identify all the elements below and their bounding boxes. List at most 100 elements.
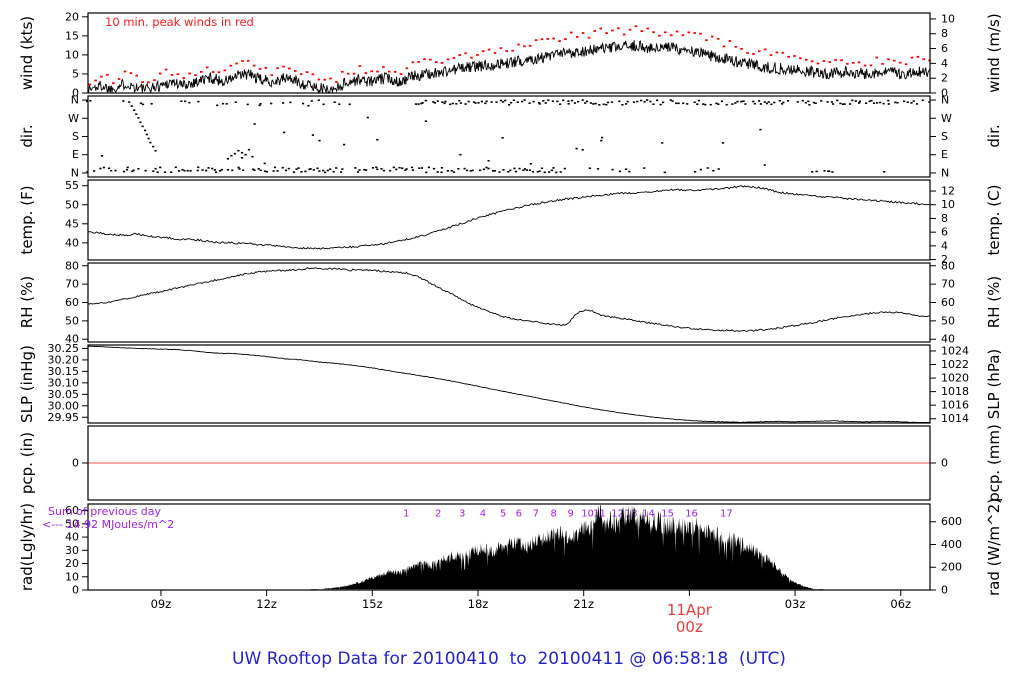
svg-text:W: W bbox=[941, 112, 952, 125]
svg-text:200: 200 bbox=[941, 561, 962, 574]
svg-text:10: 10 bbox=[65, 570, 79, 583]
axis-label-rh-left: RH (%) bbox=[18, 275, 36, 329]
svg-text:4: 4 bbox=[941, 239, 948, 252]
svg-text:20: 20 bbox=[65, 557, 79, 570]
svg-text:16: 16 bbox=[685, 509, 698, 520]
svg-text:45: 45 bbox=[65, 217, 79, 230]
panel-pcp: 00 bbox=[72, 425, 948, 501]
axis-label-rad-lgly: rad(Lgly/hr) bbox=[18, 502, 36, 592]
svg-text:1022: 1022 bbox=[941, 358, 969, 371]
svg-text:5: 5 bbox=[72, 67, 79, 80]
axis-label-wind-ms: wind (m/s) bbox=[985, 13, 1003, 93]
svg-text:70: 70 bbox=[941, 278, 955, 291]
panel-dir-left-ticks: NWSEN bbox=[68, 94, 88, 179]
panel-wind-left-ticks: 05101520 bbox=[65, 10, 88, 100]
svg-text:50: 50 bbox=[65, 198, 79, 211]
svg-text:15: 15 bbox=[65, 29, 79, 42]
svg-text:2: 2 bbox=[941, 72, 948, 85]
svg-text:4: 4 bbox=[480, 509, 486, 520]
x-tick-label: 09z bbox=[151, 597, 172, 611]
axis-label-pcp-in: pcp. (in) bbox=[18, 431, 36, 495]
panel-slp: 30.2530.2030.1530.1030.0530.0029.9510241… bbox=[48, 342, 970, 425]
svg-text:7: 7 bbox=[533, 509, 539, 520]
x-tick-label: 15z bbox=[362, 597, 383, 611]
x-tick-label-00z: 00z bbox=[676, 618, 703, 636]
panel-dir-right-ticks: NWSEN bbox=[930, 94, 952, 179]
axis-label-dir-left: dir. bbox=[18, 124, 36, 148]
panel-dir-frame bbox=[87, 95, 931, 178]
panel-pcp-left-ticks: 0 bbox=[72, 457, 88, 470]
chart-canvas: 051015200246810NWSENNWSEN555045401210864… bbox=[48, 10, 970, 636]
slp-trace bbox=[87, 345, 930, 423]
svg-text:17: 17 bbox=[720, 509, 733, 520]
svg-text:8: 8 bbox=[941, 27, 948, 40]
rad-sum-markers: 1 2 3 4 5 6 7 8 9 10 11 12 13 14 15 16 17 bbox=[403, 509, 733, 520]
panel-temp-frame bbox=[87, 179, 931, 261]
svg-text:W: W bbox=[68, 112, 79, 125]
panel-temp-left-ticks: 55 50 45 40 bbox=[65, 179, 88, 249]
panel-slp-frame bbox=[87, 344, 931, 424]
svg-text:0: 0 bbox=[941, 584, 948, 597]
dir-scatter bbox=[86, 99, 931, 174]
svg-text:8: 8 bbox=[941, 212, 948, 225]
svg-text:1016: 1016 bbox=[941, 399, 969, 412]
rad-sum-note-line1: Sum of previous day bbox=[48, 505, 162, 518]
svg-text:60: 60 bbox=[941, 296, 955, 309]
x-tick-label: 12z bbox=[256, 597, 277, 611]
svg-text:70: 70 bbox=[65, 278, 79, 291]
svg-text:9: 9 bbox=[567, 509, 573, 520]
svg-text:6: 6 bbox=[941, 42, 948, 55]
svg-text:1024: 1024 bbox=[941, 344, 969, 357]
panel-temp-right-ticks: 12108642 bbox=[930, 185, 955, 266]
svg-text:50: 50 bbox=[65, 314, 79, 327]
panel-rh-frame bbox=[87, 262, 931, 343]
svg-text:12: 12 bbox=[941, 185, 955, 198]
svg-text:30: 30 bbox=[65, 544, 79, 557]
svg-text:1014: 1014 bbox=[941, 412, 969, 425]
panel-dir: NWSENNWSEN bbox=[68, 94, 952, 180]
svg-text:2: 2 bbox=[435, 509, 441, 520]
svg-text:20: 20 bbox=[65, 10, 79, 23]
svg-text:0: 0 bbox=[72, 584, 79, 597]
panel-rad-right-ticks: 600 400 200 0 bbox=[930, 515, 962, 597]
time-axis: 09z 12z 15z 18z 21z 11Apr00z 03z 06z bbox=[151, 590, 911, 636]
svg-text:80: 80 bbox=[65, 259, 79, 272]
wind-peak-dots bbox=[88, 25, 931, 86]
svg-text:10: 10 bbox=[941, 198, 955, 211]
svg-text:55: 55 bbox=[65, 179, 79, 192]
svg-text:E: E bbox=[72, 148, 79, 161]
svg-text:29.95: 29.95 bbox=[48, 411, 80, 424]
svg-text:6: 6 bbox=[941, 226, 948, 239]
svg-text:400: 400 bbox=[941, 538, 962, 551]
x-tick-label: 03z bbox=[785, 597, 806, 611]
panel-rh-left-ticks: 8070605040 bbox=[65, 259, 88, 346]
svg-text:N: N bbox=[941, 166, 949, 179]
axis-label-dir-right: dir. bbox=[985, 124, 1003, 148]
meteogram-page: 0 5 10 15 20 0 2 4 6 8 10 N W S E N N W S E N 55 50 45 40 12 10 8 6 4… bbox=[0, 0, 1024, 700]
axis-label-temp-c: temp. (C) bbox=[985, 184, 1003, 256]
axis-label-rh-right: RH (%) bbox=[985, 275, 1003, 329]
x-tick-label: 06z bbox=[890, 597, 911, 611]
svg-text:80: 80 bbox=[941, 259, 955, 272]
svg-text:0: 0 bbox=[72, 457, 79, 470]
rh-trace bbox=[87, 267, 930, 332]
svg-text:S: S bbox=[941, 130, 948, 143]
svg-text:50: 50 bbox=[941, 314, 955, 327]
axis-label-rad-wm2: rad (W/m^2) bbox=[985, 498, 1003, 596]
svg-text:15: 15 bbox=[661, 509, 674, 520]
svg-text:1: 1 bbox=[403, 509, 409, 520]
axis-label-slp-hpa: SLP (hPa) bbox=[985, 348, 1003, 420]
rad-sum-note-line2: <--- 14.92 MJoules/m^2 bbox=[42, 518, 175, 531]
panel-rh-right-ticks: 8070605040 bbox=[930, 259, 955, 346]
panel-slp-right-ticks: 102410221020101810161014 bbox=[930, 344, 969, 425]
svg-text:10: 10 bbox=[941, 12, 955, 25]
svg-text:N: N bbox=[941, 94, 949, 107]
peak-winds-note: 10 min. peak winds in red bbox=[105, 15, 254, 29]
axis-label-pcp-mm: pcp. (mm) bbox=[985, 424, 1003, 502]
svg-text:N: N bbox=[71, 166, 79, 179]
svg-text:4: 4 bbox=[941, 57, 948, 70]
svg-text:40: 40 bbox=[65, 236, 79, 249]
svg-text:E: E bbox=[941, 148, 948, 161]
svg-text:3: 3 bbox=[459, 509, 465, 520]
svg-text:0: 0 bbox=[941, 457, 948, 470]
